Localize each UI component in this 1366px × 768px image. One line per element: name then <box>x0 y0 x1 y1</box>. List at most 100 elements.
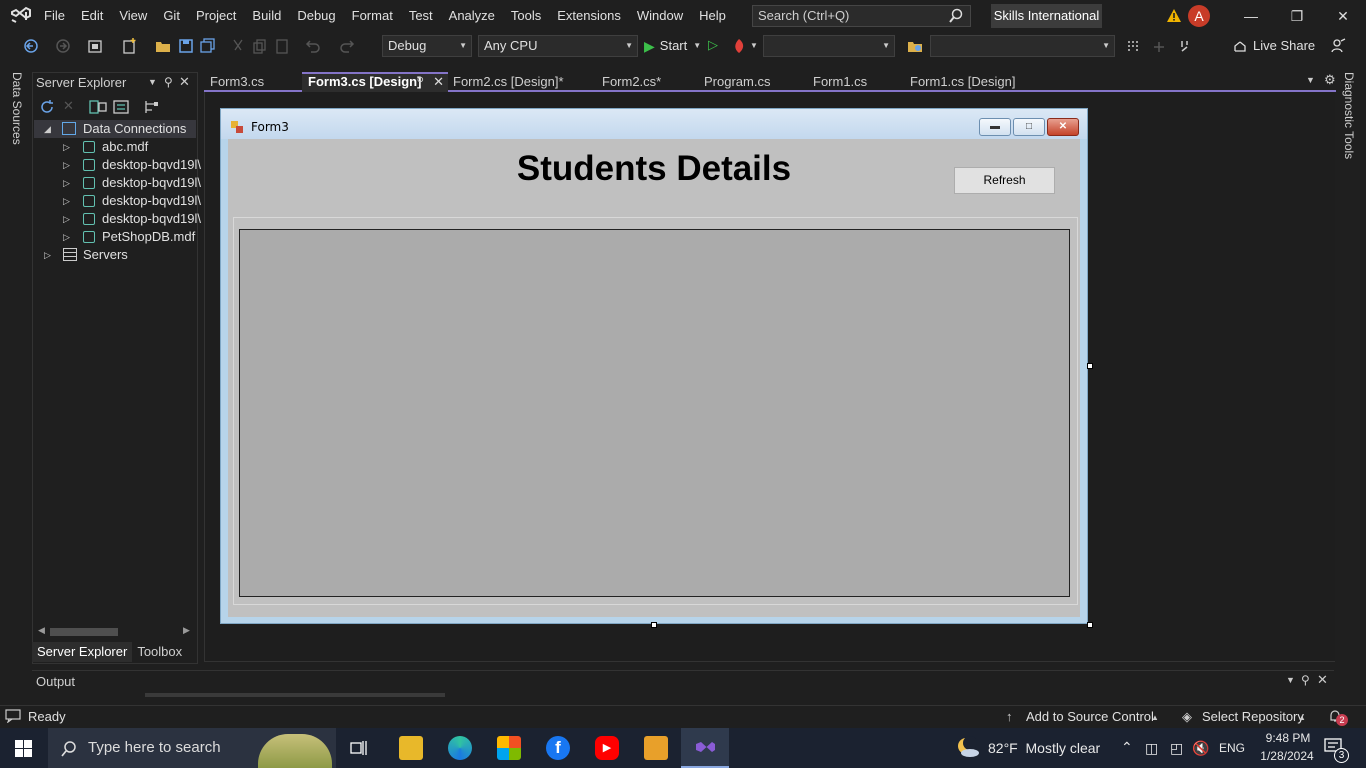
menu-file[interactable]: File <box>36 0 73 32</box>
save-icon[interactable] <box>177 37 195 55</box>
copy-icon[interactable] <box>251 37 269 55</box>
open-folder-icon[interactable] <box>154 37 172 55</box>
volume-muted-icon[interactable]: 🔇 <box>1192 740 1209 757</box>
collapsed-arrow-icon[interactable]: ▷ <box>63 174 70 192</box>
collapsed-arrow-icon[interactable]: ▷ <box>63 138 70 156</box>
resize-handle-bottom[interactable] <box>651 622 657 628</box>
diagnostic-tools-tab[interactable]: Diagnostic Tools <box>1342 72 1356 159</box>
form3-window[interactable]: Form3 ▬ □ ✕ Students Details Refresh <box>220 108 1088 624</box>
solution-folder-icon[interactable] <box>906 37 924 55</box>
search-input[interactable]: Search (Ctrl+Q) <box>752 5 971 27</box>
tab-form3-cs[interactable]: Form3.cs <box>204 72 300 92</box>
scroll-right-icon[interactable]: ▶ <box>183 625 190 636</box>
collapsed-arrow-icon[interactable]: ▷ <box>63 156 70 174</box>
menu-build[interactable]: Build <box>244 0 289 32</box>
resize-handle-right[interactable] <box>1087 363 1093 369</box>
tree-item-servers[interactable]: ▷ Servers <box>34 246 196 264</box>
resize-handle-corner[interactable] <box>1087 622 1093 628</box>
restore-icon[interactable]: ❐ <box>1274 0 1320 32</box>
forward-icon[interactable] <box>54 37 72 55</box>
connect-server-icon[interactable] <box>112 98 132 116</box>
battery-icon[interactable]: ◫ <box>1145 740 1158 757</box>
panel-options-icon[interactable]: ▼ <box>148 77 157 87</box>
pin-icon[interactable]: ⚲ <box>164 75 173 89</box>
menu-help[interactable]: Help <box>691 0 734 32</box>
redo-icon[interactable] <box>339 37 357 55</box>
windows-start-icon[interactable] <box>15 740 32 757</box>
save-all-icon[interactable] <box>199 37 217 55</box>
hot-reload-icon[interactable] <box>730 37 748 55</box>
add-item-icon[interactable] <box>120 37 138 55</box>
collapsed-arrow-icon[interactable]: ▷ <box>63 192 70 210</box>
refresh-icon[interactable] <box>38 98 56 116</box>
tree-item-connection[interactable]: ▷ desktop-bqvd19l\ <box>34 192 201 210</box>
form-maximize-icon[interactable]: □ <box>1013 118 1045 136</box>
stop-icon[interactable]: ✕ <box>63 98 74 114</box>
paste-icon[interactable] <box>273 37 291 55</box>
back-icon[interactable] <box>22 37 40 55</box>
breakpoint-options-icon[interactable] <box>1177 37 1195 55</box>
menu-test[interactable]: Test <box>401 0 441 32</box>
menu-view[interactable]: View <box>111 0 155 32</box>
start-without-debugging-icon[interactable]: ▷ <box>708 37 718 53</box>
menu-window[interactable]: Window <box>629 0 691 32</box>
tab-form1-cs[interactable]: Form1.cs <box>807 72 903 92</box>
feedback-icon[interactable] <box>1329 37 1347 55</box>
store-icon[interactable] <box>497 736 521 760</box>
tree-item-connection[interactable]: ▷ desktop-bqvd19l\ <box>34 210 201 228</box>
startup-item-select[interactable]: ▼ <box>763 35 895 57</box>
tree-item-connection[interactable]: ▷ desktop-bqvd19l\ <box>34 174 201 192</box>
new-project-icon[interactable] <box>86 37 104 55</box>
taskbar-search-input[interactable]: Type here to search <box>48 728 336 768</box>
profile-name[interactable]: Skills International <box>991 4 1102 28</box>
undo-icon[interactable] <box>303 37 321 55</box>
add-to-source-control-button[interactable]: Add to Source Control <box>1026 709 1154 724</box>
close-panel-icon[interactable]: ✕ <box>1317 672 1328 688</box>
show-hidden-icons-icon[interactable]: ⌃ <box>1121 739 1133 756</box>
chevron-down-icon[interactable]: ▼ <box>750 41 758 50</box>
start-button[interactable]: ▶ Start ▼ <box>644 35 701 57</box>
menu-extensions[interactable]: Extensions <box>549 0 629 32</box>
tab-dropdown-icon[interactable]: ▼ <box>1306 75 1315 85</box>
pin-icon[interactable]: ⚲ <box>417 74 424 90</box>
weather-text[interactable]: 82°F Mostly clear <box>988 740 1100 756</box>
avatar[interactable]: A <box>1188 5 1210 27</box>
weather-icon[interactable] <box>955 735 981 759</box>
tree-item-connection[interactable]: ▷ desktop-bqvd19l\ <box>34 156 201 174</box>
tools-app-icon[interactable] <box>644 736 668 760</box>
connect-database-icon[interactable] <box>88 98 108 116</box>
youtube-icon[interactable]: ▶ <box>595 736 619 760</box>
edge-icon[interactable] <box>448 736 472 760</box>
step-over-icon[interactable] <box>1150 37 1168 55</box>
tree-item-connection[interactable]: ▷ abc.mdf <box>34 138 196 156</box>
select-repository-button[interactable]: Select Repository <box>1202 709 1304 724</box>
task-view-icon[interactable] <box>350 740 368 756</box>
horizontal-scrollbar[interactable]: ◀ ▶ <box>36 625 196 639</box>
minimize-icon[interactable]: — <box>1228 0 1274 32</box>
expanded-arrow-icon[interactable]: ◢ <box>44 120 51 138</box>
tab-form2-design[interactable]: Form2.cs [Design]* <box>447 72 593 92</box>
visual-studio-taskbar-button[interactable] <box>681 728 729 768</box>
facebook-icon[interactable]: f <box>546 736 570 760</box>
close-icon[interactable]: ✕ <box>1320 0 1366 32</box>
configuration-select[interactable]: Debug ▼ <box>382 35 472 57</box>
refresh-button[interactable]: Refresh <box>954 167 1055 194</box>
students-data-grid[interactable] <box>239 229 1070 597</box>
close-panel-icon[interactable]: ✕ <box>179 74 190 90</box>
cut-icon[interactable] <box>229 37 247 55</box>
solution-select[interactable]: ▼ <box>930 35 1115 57</box>
tab-form1-design[interactable]: Form1.cs [Design] <box>904 72 1048 92</box>
tree-item-data-connections[interactable]: ◢ Data Connections <box>34 120 196 138</box>
scroll-left-icon[interactable]: ◀ <box>38 625 45 636</box>
form-minimize-icon[interactable]: ▬ <box>979 118 1011 136</box>
menu-analyze[interactable]: Analyze <box>441 0 503 32</box>
data-sources-tab[interactable]: Data Sources <box>10 72 24 145</box>
panel-options-icon[interactable]: ▼ <box>1286 675 1295 685</box>
warning-icon[interactable] <box>1166 8 1182 23</box>
collapsed-arrow-icon[interactable]: ▷ <box>63 210 70 228</box>
menu-edit[interactable]: Edit <box>73 0 111 32</box>
menu-project[interactable]: Project <box>188 0 244 32</box>
menu-format[interactable]: Format <box>344 0 401 32</box>
azure-connect-icon[interactable] <box>142 98 160 116</box>
pin-icon[interactable]: ⚲ <box>1301 673 1310 687</box>
